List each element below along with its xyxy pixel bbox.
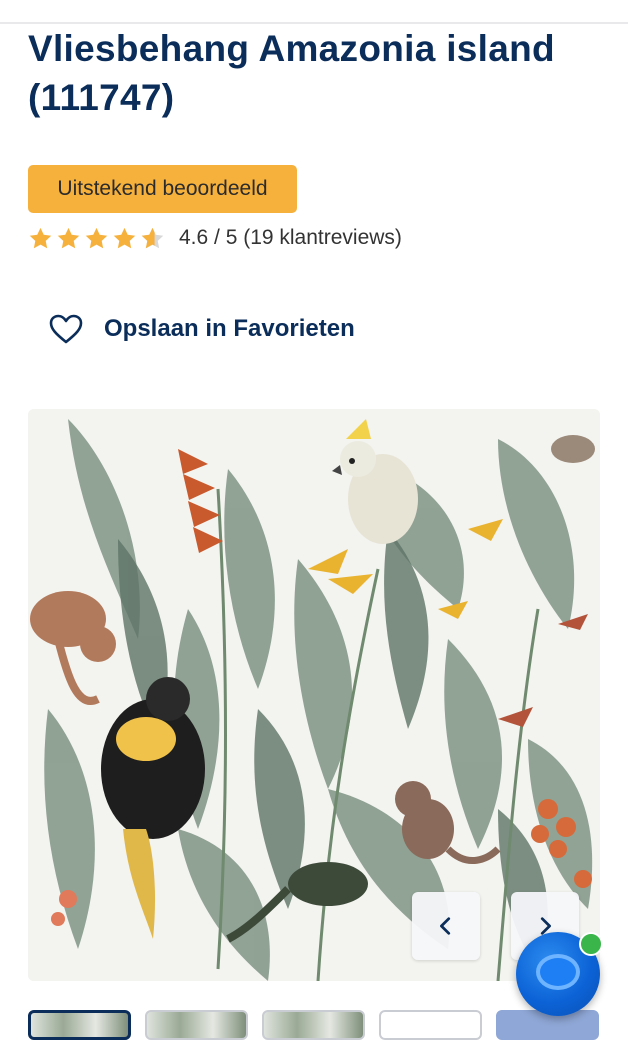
star-icon: [57, 227, 80, 248]
previous-image-button[interactable]: [412, 892, 480, 960]
rating-summary[interactable]: 4.6 / 5 (19 klantreviews): [28, 223, 402, 253]
online-status-dot: [579, 932, 603, 956]
chat-button[interactable]: [516, 932, 603, 1016]
half-star-icon: [141, 227, 164, 248]
heart-outline-icon: [49, 314, 83, 344]
thumbnail-3[interactable]: [262, 1010, 365, 1040]
save-favorite-button[interactable]: Opslaan in Favorieten: [48, 309, 355, 349]
chat-bubble-icon: [536, 954, 580, 990]
rating-badge: Uitstekend beoordeeld: [28, 165, 297, 213]
thumbnail-1[interactable]: [28, 1010, 131, 1040]
product-title: Vliesbehang Amazonia island (111747): [28, 28, 555, 118]
star-rating: [28, 226, 165, 251]
thumbnail-strip: [28, 1010, 599, 1040]
star-icon: [29, 227, 52, 248]
save-favorite-label: Opslaan in Favorieten: [104, 315, 355, 342]
thumbnail-4[interactable]: [379, 1010, 482, 1040]
chevron-left-icon: [440, 917, 451, 935]
rating-text: 4.6 / 5 (19 klantreviews): [179, 226, 402, 249]
star-icon: [113, 227, 136, 248]
star-icon: [85, 227, 108, 248]
top-bar: [0, 0, 628, 24]
thumbnail-2[interactable]: [145, 1010, 248, 1040]
